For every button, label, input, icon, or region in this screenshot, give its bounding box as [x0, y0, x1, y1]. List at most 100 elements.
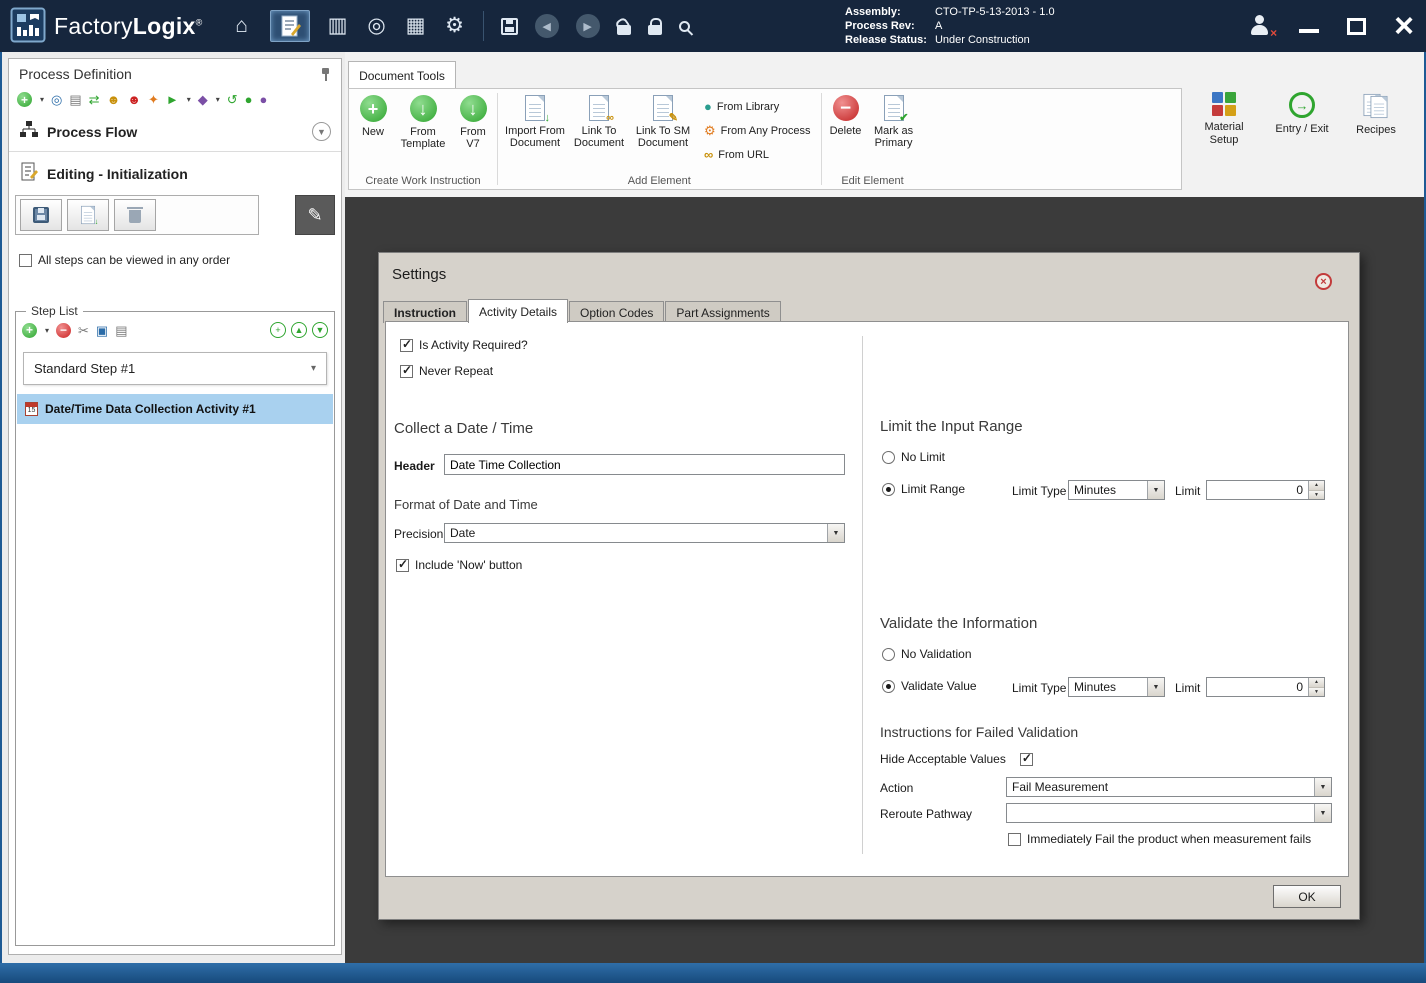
settings-gear-icon[interactable]: ⚙ — [444, 14, 466, 38]
no-validation-row[interactable]: No Validation — [882, 647, 972, 661]
entry-exit-button[interactable]: → Entry / Exit — [1273, 92, 1331, 136]
tab-document-tools[interactable]: Document Tools — [348, 61, 456, 89]
hide-acceptable-checkbox[interactable] — [1019, 751, 1033, 766]
dialog-close-icon[interactable]: × — [1315, 273, 1332, 290]
hide-acceptable-row[interactable]: Hide Acceptable Values — [880, 751, 1033, 766]
zoom-step-icon[interactable]: + — [270, 322, 286, 338]
link-to-sm-document-button[interactable]: ✎ Link To SM Document — [630, 91, 696, 153]
delete-button[interactable]: − Delete — [826, 91, 866, 141]
window-layout-icon[interactable]: ▦ — [405, 14, 427, 38]
pin-icon[interactable] — [320, 67, 331, 82]
sync-icon[interactable]: ⇄ — [89, 92, 100, 107]
precision-dropdown-icon[interactable]: ▼ — [827, 524, 844, 542]
move-down-icon[interactable]: ▼ — [312, 322, 328, 338]
add-caret-icon[interactable]: ▾ — [40, 95, 44, 104]
limit-range-radio[interactable] — [882, 482, 895, 496]
material-setup-button[interactable]: Material Setup — [1197, 92, 1251, 147]
unlock-icon[interactable] — [616, 25, 631, 35]
home-icon[interactable]: ⌂ — [231, 14, 253, 38]
step-expand-icon[interactable]: ▾ — [311, 363, 316, 374]
any-order-checkbox[interactable] — [19, 253, 32, 267]
no-limit-radio[interactable] — [882, 450, 895, 464]
validate-value-row[interactable]: Validate Value — [882, 679, 977, 693]
limit-spin-up-icon[interactable]: ▲ — [1309, 481, 1324, 491]
validate-limit-type-dropdown-icon[interactable]: ▼ — [1147, 678, 1164, 696]
status-purple-icon[interactable]: ● — [260, 92, 268, 107]
immediately-fail-row[interactable]: Immediately Fail the product when measur… — [1008, 832, 1311, 846]
validate-value-radio[interactable] — [882, 679, 895, 693]
activity-row-selected[interactable]: 15 Date/Time Data Collection Activity #1 — [17, 394, 333, 424]
team-caret-icon[interactable]: ▾ — [187, 95, 191, 104]
immediately-fail-checkbox[interactable] — [1008, 832, 1021, 846]
limit-type-select[interactable]: Minutes ▼ — [1068, 480, 1165, 500]
cut-icon[interactable]: ✂ — [78, 323, 89, 338]
validate-spin-down-icon[interactable]: ▼ — [1309, 687, 1324, 696]
header-input[interactable] — [444, 454, 845, 475]
move-up-icon[interactable]: ▲ — [291, 322, 307, 338]
remove-step-icon[interactable]: − — [56, 322, 72, 338]
add-step-icon[interactable]: + — [22, 322, 37, 338]
is-activity-required-row[interactable]: Is Activity Required? — [400, 337, 528, 352]
reroute-dropdown-icon[interactable]: ▼ — [1314, 804, 1331, 822]
reroute-select[interactable]: ▼ — [1006, 803, 1332, 823]
process-flow-header[interactable]: Process Flow ▼ — [9, 112, 341, 152]
include-now-checkbox[interactable] — [396, 557, 409, 572]
delete-document-button[interactable] — [114, 199, 156, 231]
is-activity-required-checkbox[interactable] — [400, 337, 413, 352]
import-document-button[interactable]: ↓ — [67, 199, 109, 231]
copy-icon[interactable]: ▣ — [96, 323, 108, 338]
validate-limit-spinner[interactable]: 0 ▲ ▼ — [1206, 677, 1325, 697]
user-icon[interactable]: ☻ — [107, 92, 121, 107]
save-document-button[interactable] — [20, 199, 62, 231]
validate-limit-type-select[interactable]: Minutes ▼ — [1068, 677, 1165, 697]
action-dropdown-icon[interactable]: ▼ — [1314, 778, 1331, 796]
palette-icon[interactable]: ◆ — [198, 92, 208, 107]
maximize-button[interactable] — [1347, 17, 1367, 35]
mark-as-primary-button[interactable]: ✔ Mark as Primary — [868, 91, 920, 153]
include-now-row[interactable]: Include 'Now' button — [396, 557, 522, 572]
from-any-process-button[interactable]: ⚙ From Any Process — [704, 123, 811, 138]
link-to-document-button[interactable]: ∞ Link To Document — [570, 91, 628, 153]
from-library-button[interactable]: ● From Library — [704, 99, 811, 114]
logout-user-icon[interactable]: × — [1249, 15, 1277, 40]
from-template-button[interactable]: ↓ From Template — [395, 91, 451, 154]
palette-caret-icon[interactable]: ▾ — [216, 95, 220, 104]
team-icon[interactable]: ► — [166, 92, 179, 107]
action-select[interactable]: Fail Measurement ▼ — [1006, 777, 1332, 797]
tag-icon[interactable]: ✦ — [148, 92, 159, 107]
precision-select[interactable]: Date ▼ — [444, 523, 845, 543]
import-from-document-button[interactable]: ↓ Import From Document — [502, 91, 568, 153]
add-step-caret-icon[interactable]: ▾ — [45, 326, 49, 335]
status-green-icon[interactable]: ● — [245, 92, 253, 107]
from-v7-button[interactable]: ↓ From V7 — [453, 91, 493, 154]
collapse-section-icon[interactable]: ▼ — [312, 122, 331, 141]
never-repeat-checkbox[interactable] — [400, 363, 413, 378]
tab-activity-details[interactable]: Activity Details — [468, 299, 569, 323]
from-url-button[interactable]: ∞ From URL — [704, 147, 811, 162]
add-icon[interactable]: + — [17, 92, 32, 107]
never-repeat-row[interactable]: Never Repeat — [400, 363, 493, 378]
print-icon[interactable]: ▤ — [69, 92, 81, 107]
globe-icon[interactable]: ◎ — [51, 92, 62, 107]
validate-spin-up-icon[interactable]: ▲ — [1309, 678, 1324, 688]
search-analysis-icon[interactable] — [678, 20, 690, 32]
navigate-icon[interactable]: ◎ — [366, 14, 388, 38]
save-icon[interactable] — [500, 17, 518, 35]
forward-icon[interactable]: ▶ — [575, 14, 600, 38]
new-button[interactable]: + New — [353, 91, 393, 142]
tab-part-assignments[interactable]: Part Assignments — [665, 301, 781, 323]
close-button[interactable]: × — [1394, 9, 1414, 43]
any-order-row[interactable]: All steps can be viewed in any order — [9, 241, 341, 273]
process-documents-icon[interactable]: ▥ — [327, 14, 349, 38]
limit-type-dropdown-icon[interactable]: ▼ — [1147, 481, 1164, 499]
limit-spin-down-icon[interactable]: ▼ — [1309, 490, 1324, 499]
ok-button[interactable]: OK — [1273, 885, 1341, 908]
paste-icon[interactable]: ▤ — [115, 323, 127, 338]
tab-option-codes[interactable]: Option Codes — [569, 301, 665, 323]
edit-mode-button[interactable]: ✎ — [295, 195, 335, 235]
no-limit-row[interactable]: No Limit — [882, 450, 945, 464]
tab-instruction[interactable]: Instruction — [383, 301, 467, 323]
step-row[interactable]: Standard Step #1 ▾ — [23, 352, 327, 385]
limit-range-row[interactable]: Limit Range — [882, 482, 965, 496]
undo-icon[interactable]: ↺ — [227, 92, 238, 107]
